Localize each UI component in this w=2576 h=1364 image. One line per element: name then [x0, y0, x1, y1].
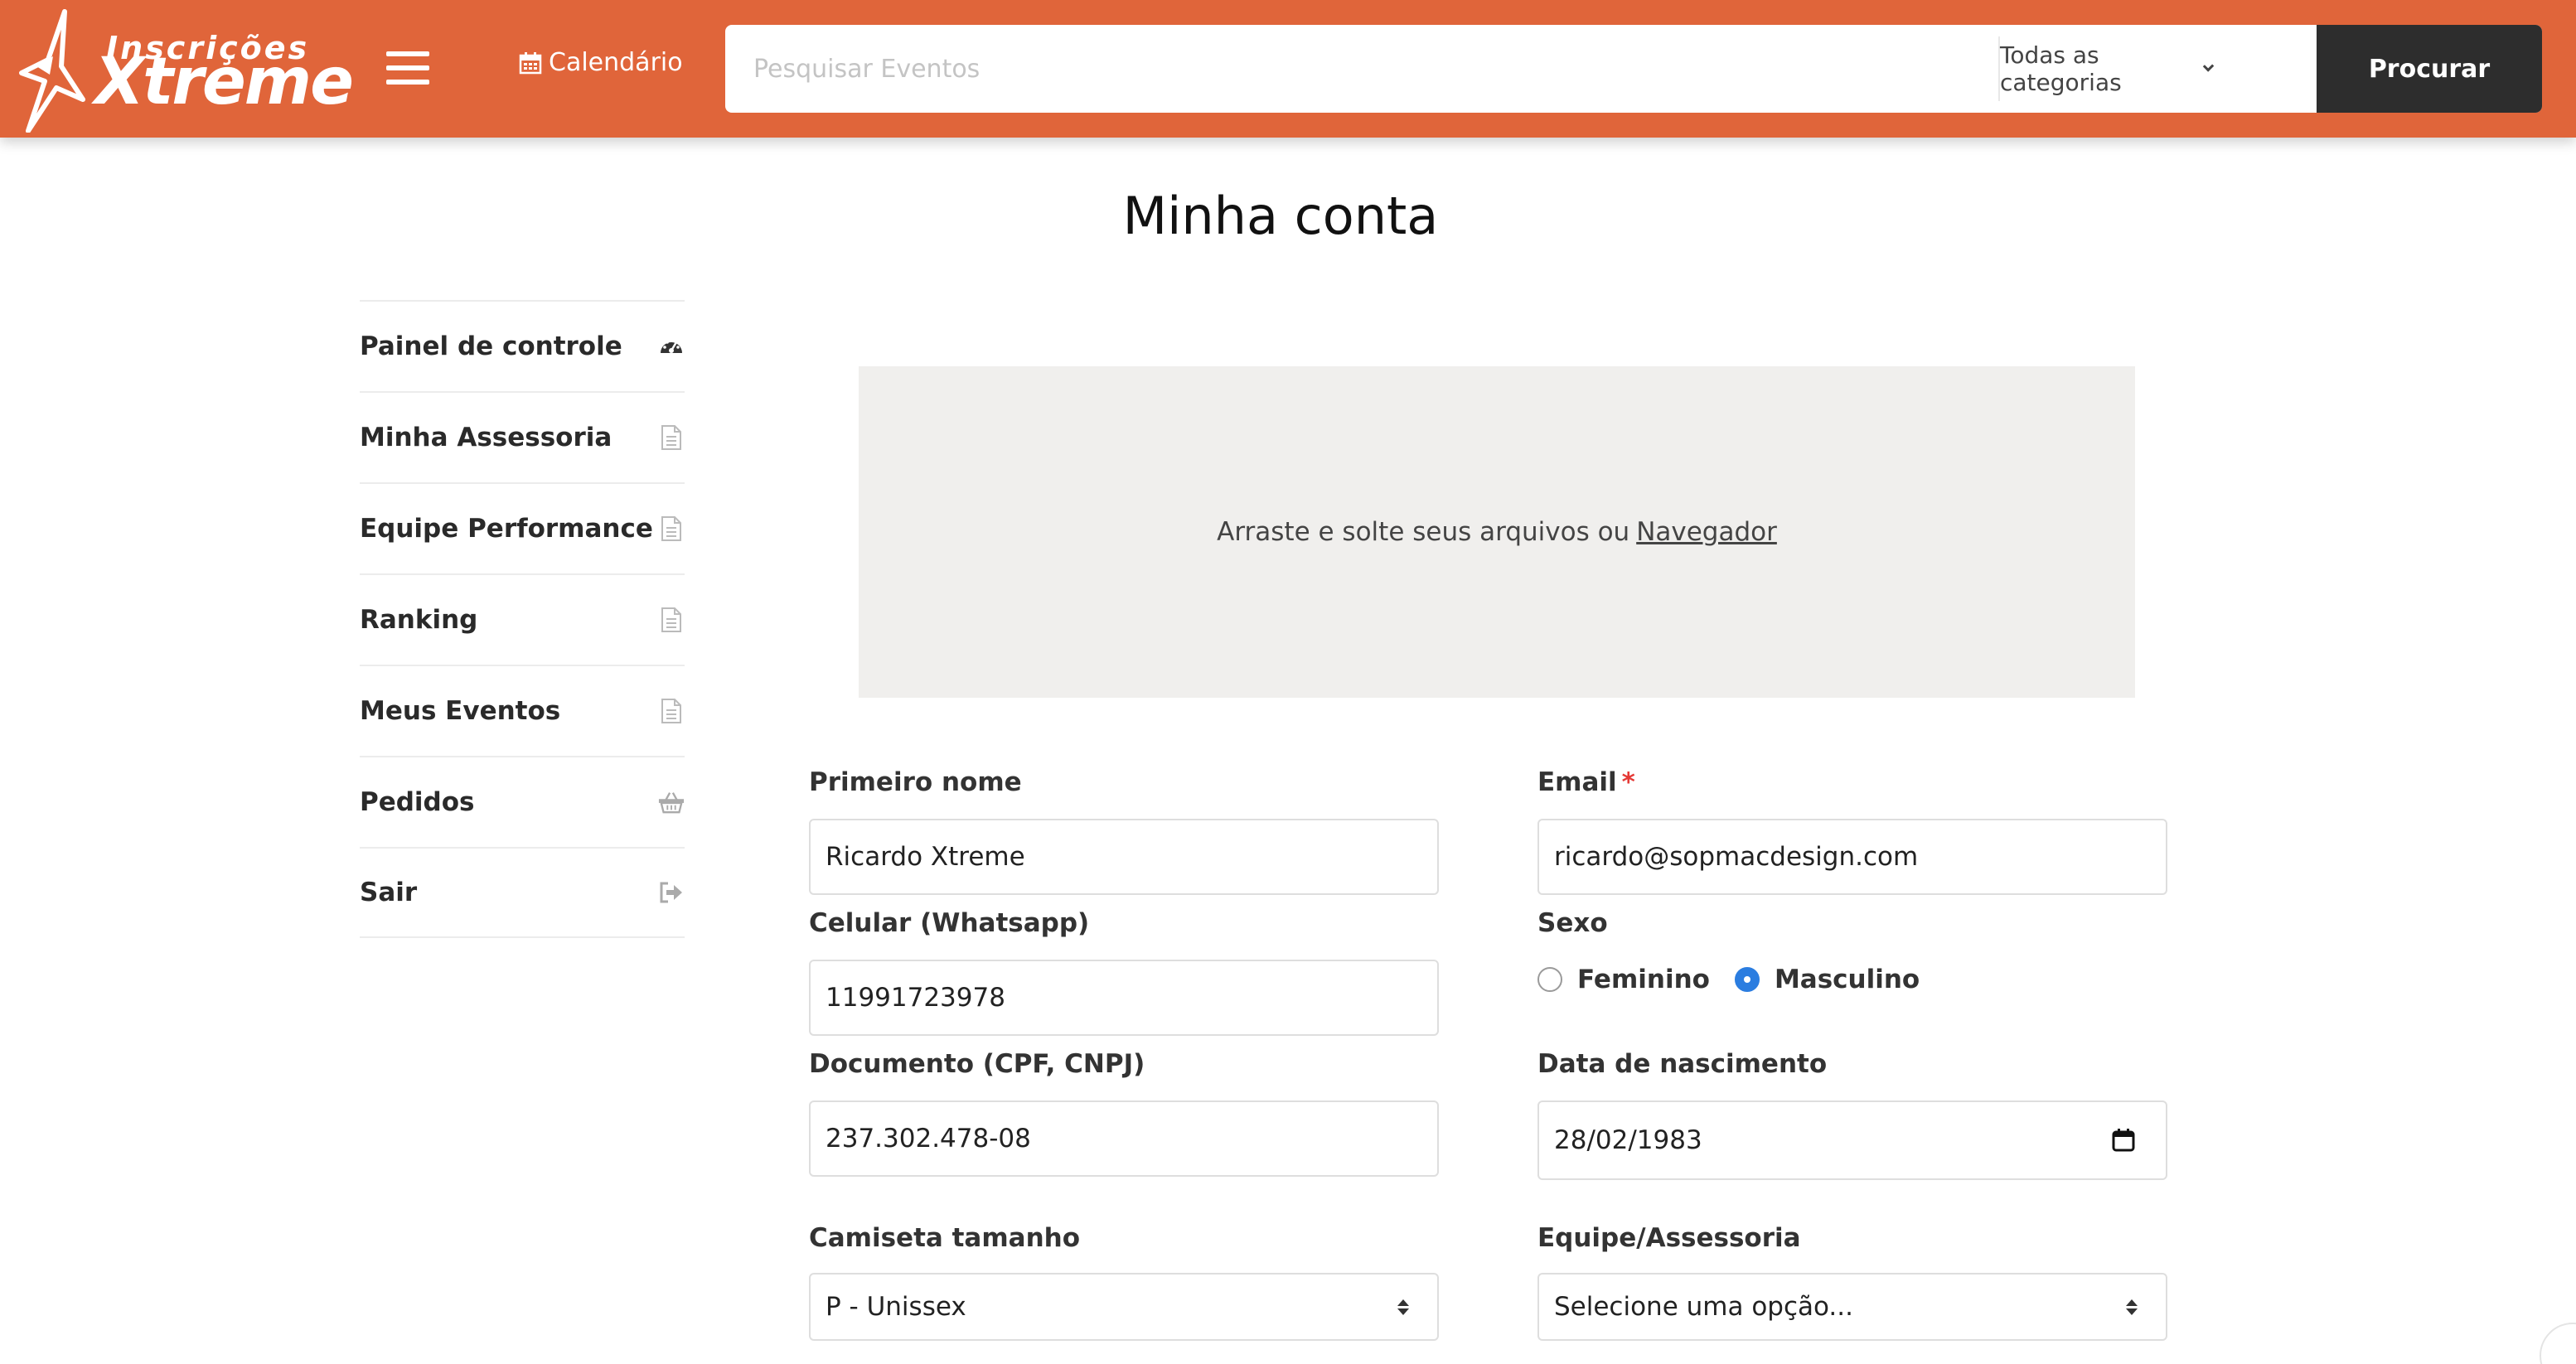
email-label-text: Email [1537, 767, 1617, 797]
sign-out-icon [658, 879, 685, 906]
first-name-value: Ricardo Xtreme [826, 842, 1025, 872]
file-dropzone[interactable]: Arraste e solte seus arquivos ou Navegad… [859, 366, 2135, 698]
email-field[interactable]: ricardo@sopmacdesign.com [1537, 819, 2167, 895]
search-input[interactable] [725, 25, 1998, 113]
radio-label-feminino: Feminino [1577, 965, 1710, 994]
sidebar-item-label: Painel de controle [360, 331, 622, 361]
sidebar-item-equipe-performance[interactable]: Equipe Performance [360, 482, 685, 573]
search-bar: Todas as categorias Procurar [725, 25, 2542, 113]
dashboard-icon [658, 333, 685, 360]
sidebar-item-pedidos[interactable]: Pedidos [360, 756, 685, 847]
hamburger-menu-icon[interactable] [386, 51, 429, 85]
account-sidebar: Painel de controle Minha Assessoria Equi… [360, 300, 685, 938]
sidebar-item-label: Minha Assessoria [360, 423, 613, 452]
calendar-link[interactable]: Calendário [519, 48, 683, 77]
shirt-size-value: P - Unissex [826, 1292, 966, 1322]
document-icon [658, 607, 685, 633]
first-name-label: Primeiro nome [809, 767, 1022, 797]
sidebar-item-painel-de-controle[interactable]: Painel de controle [360, 300, 685, 391]
birth-date-value: 28/02/1983 [1554, 1125, 1702, 1155]
calendar-label: Calendário [549, 48, 683, 77]
document-icon [658, 424, 685, 451]
team-label: Equipe/Assessoria [1537, 1223, 1801, 1253]
email-value: ricardo@sopmacdesign.com [1554, 842, 1919, 872]
sidebar-item-label: Ranking [360, 605, 478, 635]
document-label: Documento (CPF, CNPJ) [809, 1049, 1145, 1079]
phone-label: Celular (Whatsapp) [809, 908, 1090, 938]
document-icon [658, 515, 685, 542]
sex-radio-group: Feminino Masculino [1537, 965, 1944, 994]
radio-label-masculino: Masculino [1774, 965, 1920, 994]
shirt-size-select[interactable]: P - Unissex [809, 1273, 1439, 1341]
radio-feminino[interactable] [1537, 967, 1562, 992]
dropzone-text: Arraste e solte seus arquivos ou [1217, 517, 1630, 547]
search-button[interactable]: Procurar [2317, 25, 2542, 113]
phone-value: 11991723978 [826, 983, 1005, 1013]
birth-date-label: Data de nascimento [1537, 1049, 1828, 1079]
sidebar-item-ranking[interactable]: Ranking [360, 573, 685, 665]
email-label: Email * [1537, 767, 1635, 797]
sidebar-item-label: Pedidos [360, 787, 475, 817]
team-value: Selecione uma opção... [1554, 1292, 1853, 1322]
basket-icon [658, 789, 685, 815]
sex-label: Sexo [1537, 908, 1608, 938]
logo-emblem-icon [19, 9, 85, 133]
select-arrows-icon [1397, 1299, 1409, 1315]
sidebar-item-sair[interactable]: Sair [360, 847, 685, 938]
category-select-value: Todas as categorias [2000, 41, 2122, 96]
top-header: Inscrições Xtreme Calendário Todas as ca… [0, 0, 2576, 138]
document-field[interactable]: 237.302.478-08 [809, 1100, 1439, 1177]
first-name-field[interactable]: Ricardo Xtreme [809, 819, 1439, 895]
document-icon [658, 698, 685, 724]
team-select[interactable]: Selecione uma opção... [1537, 1273, 2167, 1341]
sidebar-item-label: Equipe Performance [360, 514, 653, 544]
sidebar-item-label: Meus Eventos [360, 696, 561, 726]
birth-date-field[interactable]: 28/02/1983 [1537, 1100, 2167, 1180]
sidebar-item-meus-eventos[interactable]: Meus Eventos [360, 665, 685, 756]
chevron-down-icon [2202, 60, 2215, 72]
floating-chat-button[interactable] [2540, 1323, 2576, 1364]
shirt-size-label: Camiseta tamanho [809, 1223, 1080, 1253]
logo-text-main: Xtreme [94, 45, 354, 119]
sex-option-masculino[interactable]: Masculino [1734, 965, 1920, 994]
browse-link[interactable]: Navegador [1636, 517, 1777, 547]
document-value: 237.302.478-08 [826, 1124, 1031, 1154]
site-logo[interactable]: Inscrições Xtreme [17, 8, 354, 133]
required-asterisk: * [1621, 767, 1635, 797]
select-arrows-icon [2126, 1299, 2138, 1315]
calendar-icon [519, 51, 542, 74]
phone-field[interactable]: 11991723978 [809, 960, 1439, 1036]
calendar-picker-icon[interactable] [2111, 1128, 2136, 1153]
page-title: Minha conta [1122, 186, 1439, 246]
sidebar-item-minha-assessoria[interactable]: Minha Assessoria [360, 391, 685, 482]
sidebar-item-label: Sair [360, 878, 418, 907]
category-select[interactable]: Todas as categorias [1998, 36, 2215, 101]
radio-masculino[interactable] [1734, 967, 1760, 992]
sex-option-feminino[interactable]: Feminino [1537, 965, 1710, 994]
